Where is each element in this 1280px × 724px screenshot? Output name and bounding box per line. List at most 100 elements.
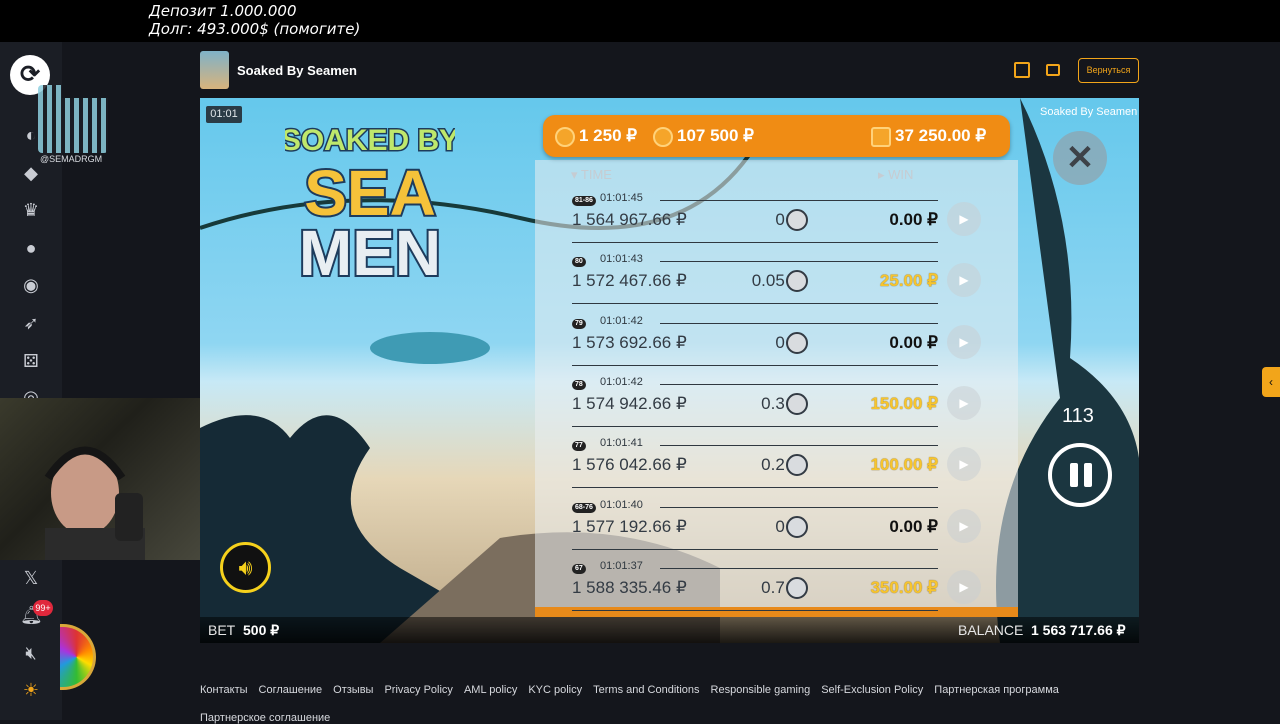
coin-icon [786,331,808,354]
game-name-label: Soaked By Seamen [1040,106,1138,118]
row-separator [572,242,938,243]
footer-link[interactable]: Партнерская программа [934,684,1059,696]
balance-label: BALANCE [958,622,1024,638]
back-button[interactable]: Вернуться [1078,58,1139,83]
wallet-stat: 37 250.00 ₽ [871,126,986,147]
win-total-value: 107 500 ₽ [677,126,754,145]
row-divider [660,506,938,508]
round-badge: 77 [572,441,586,452]
window-mode-icon[interactable] [1046,64,1060,76]
round-win: 150.00 ₽ [870,393,938,413]
webcam-overlay [0,398,213,560]
mute-icon[interactable]: 🔇︎ [20,642,42,664]
footer-link[interactable]: Отзывы [333,684,373,696]
streamer-figure [44,446,145,560]
round-badge: 78 [572,379,586,390]
row-separator [572,548,938,550]
footer-link[interactable]: Контакты [200,684,248,696]
sound-toggle-button[interactable]: 🔊︎ [220,542,271,593]
row-separator [572,487,938,489]
rocket-icon[interactable]: ➶ [20,312,42,334]
footer-link[interactable]: KYC policy [528,684,582,696]
history-summary-bar: 1 250 ₽ 107 500 ₽ 37 250.00 ₽ [543,115,1010,157]
overlay-deposit-text: Депозит 1.000.000 [149,2,297,20]
footer-link[interactable]: AML policy [464,684,517,696]
row-separator [572,364,938,366]
history-row: 81-8601:01:451 564 967.66 ₽0 x0.00 ₽▶ [572,192,981,258]
gamepad-icon[interactable]: ◐ [20,124,42,146]
bet-value[interactable]: 500 ₽ [243,622,279,639]
row-divider [660,383,938,385]
row-divider [660,200,938,201]
expand-panel-tab[interactable]: ‹ [1262,367,1280,397]
sun-icon[interactable]: ☀ [20,679,42,701]
round-balance: 1 588 335.46 ₽ [572,577,687,597]
win-total-stat: 107 500 ₽ [653,126,754,147]
close-history-button[interactable]: ✕ [1053,131,1107,185]
x-social-icon[interactable]: 𝕏 [20,567,42,589]
footer-link[interactable]: Соглашение [259,684,323,696]
footer-link[interactable]: Self-Exclusion Policy [821,684,923,696]
replay-button[interactable]: ▶ [947,202,981,236]
round-balance: 1 577 192.66 ₽ [572,516,687,536]
footer-links: Контакты Соглашение Отзывы Privacy Policy AM… [200,684,1200,696]
bonus-wheel-icon[interactable] [60,624,96,690]
history-header-win-label: WIN [888,167,914,182]
coin-icon [786,270,808,293]
round-badge: 80 [572,257,586,268]
logo-line1: SOAKED BY [285,124,455,157]
footer-link[interactable]: Terms and Conditions [593,684,699,696]
game-title: Soaked By Seamen [237,63,357,78]
round-balance: 1 576 042.66 ₽ [572,455,687,475]
coin-icon [786,454,808,477]
round-time: 01:01:42 [600,314,643,327]
pause-bar-left [1070,463,1078,487]
poker-chip-icon[interactable]: ◉ [20,274,42,296]
wallet-icon [871,126,891,147]
replay-button[interactable]: ▶ [947,508,981,543]
row-divider [660,445,938,447]
history-header-win[interactable]: ▸ WIN [878,167,913,183]
round-time: 01:01:43 [600,253,643,266]
trophy-icon[interactable]: ♛ [20,199,42,221]
round-time: 01:01:42 [600,375,643,388]
round-badge: 81-86 [572,196,596,206]
dice-icon[interactable]: ⚄ [20,350,42,372]
ticket-icon[interactable]: ◆ [20,162,42,184]
history-row: 68-7601:01:401 577 192.66 ₽0 x0.00 ₽▶ [572,499,981,565]
game-thumbnail [200,51,229,89]
row-divider [660,261,938,263]
footer-link[interactable]: Privacy Policy [384,684,452,696]
qr-label: @SEMADRGM [40,154,103,164]
replay-button[interactable]: ▶ [947,569,981,604]
round-badge: 67 [572,563,586,574]
fullscreen-icon[interactable] [1014,62,1030,78]
bet-total-value: 1 250 ₽ [579,126,638,145]
round-time: 01:01:41 [600,437,643,450]
coin-icon [786,209,808,231]
replay-button[interactable]: ▶ [947,385,981,420]
history-header-time[interactable]: ▾ TIME [571,167,612,183]
footer-link-partner-agreement[interactable]: Партнерское соглашение [200,712,330,724]
round-win: 0.00 ₽ [889,332,938,352]
round-balance: 1 573 692.66 ₽ [572,332,687,352]
replay-button[interactable]: ▶ [947,447,981,482]
footer-link[interactable]: Responsible gaming [711,684,811,696]
round-win: 0.00 ₽ [889,516,938,536]
row-divider [660,322,938,324]
row-divider [660,567,938,569]
round-balance: 1 574 942.66 ₽ [572,393,687,413]
round-win: 350.00 ₽ [870,577,938,597]
history-row: 77 01:01:41 1 576 042.66 ₽0.2 x 100.00 ₽ ▶ [572,437,981,503]
user-icon[interactable]: ● [20,237,42,259]
coin-icon [786,392,808,415]
pause-button[interactable] [1048,443,1112,507]
overlay-debt-text: Долг: 493.000$ (помогите) [149,20,361,38]
autoplay-counter: 113 [1062,405,1094,427]
balance-value: 1 563 717.66 ₽ [1031,622,1126,638]
coin-icon [653,126,673,147]
round-time: 01:01:37 [600,559,643,572]
pause-bar-right [1084,463,1092,487]
row-separator [572,303,938,305]
replay-button[interactable]: ▶ [947,324,981,359]
